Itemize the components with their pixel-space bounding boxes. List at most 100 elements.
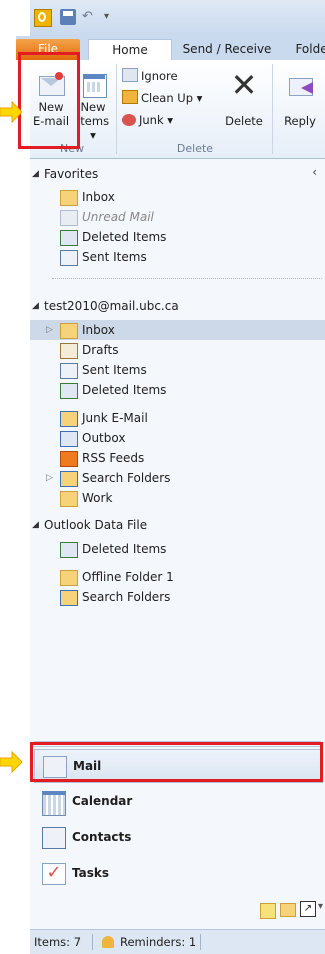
account-work[interactable]: Work bbox=[30, 488, 325, 508]
account-label: test2010@mail.ubc.ca bbox=[44, 299, 179, 313]
reply-button[interactable]: Reply bbox=[278, 70, 322, 136]
inbox-icon bbox=[60, 190, 78, 206]
save-icon[interactable] bbox=[60, 9, 76, 25]
datafile-header[interactable]: ◢ Outlook Data File bbox=[30, 514, 325, 536]
customize-toolbar-icon[interactable]: ▾ bbox=[104, 9, 120, 25]
account-sent-items[interactable]: Sent Items bbox=[30, 360, 325, 380]
items-count: Items: 7 bbox=[34, 935, 82, 949]
undo-icon[interactable]: ↶ bbox=[82, 9, 98, 25]
contacts-label: Contacts bbox=[72, 830, 132, 844]
ribbon-separator bbox=[116, 64, 117, 154]
account-inbox[interactable]: ▷ Inbox bbox=[30, 320, 325, 340]
item-label: Unread Mail bbox=[82, 210, 154, 224]
deleted-items-icon bbox=[60, 383, 78, 399]
outbox-icon bbox=[60, 431, 78, 447]
reminder-bell-icon[interactable] bbox=[102, 936, 114, 948]
outlook-logo-icon[interactable] bbox=[34, 9, 52, 27]
item-label: Junk E-Mail bbox=[82, 411, 148, 425]
item-label: RSS Feeds bbox=[82, 451, 145, 465]
tasks-nav-button[interactable]: ✓ Tasks bbox=[34, 857, 321, 889]
folder-icon bbox=[60, 491, 78, 507]
item-label: Sent Items bbox=[82, 363, 147, 377]
status-divider bbox=[92, 934, 93, 950]
datafile-offline-folder[interactable]: Offline Folder 1 bbox=[30, 567, 325, 587]
ignore-button[interactable]: Ignore bbox=[122, 66, 212, 86]
tab-home[interactable]: Home bbox=[88, 39, 172, 61]
collapsed-triangle-icon[interactable]: ▷ bbox=[46, 320, 53, 340]
calendar-nav-button[interactable]: Calendar bbox=[34, 785, 321, 817]
junk-folder-icon bbox=[60, 411, 78, 427]
datafile-search-folders[interactable]: Search Folders bbox=[30, 587, 325, 607]
rss-icon bbox=[60, 451, 78, 467]
expand-triangle-icon: ◢ bbox=[32, 169, 39, 179]
search-folder-icon bbox=[60, 210, 78, 226]
account-search-folders[interactable]: ▷ Search Folders bbox=[30, 468, 325, 488]
status-bar: Items: 7 Reminders: 1 bbox=[30, 929, 325, 954]
group-label-delete: Delete bbox=[176, 142, 214, 155]
clean-up-label: Clean Up ▾ bbox=[141, 91, 203, 105]
junk-button[interactable]: Junk ▾ bbox=[122, 110, 212, 130]
item-label: Outbox bbox=[82, 431, 126, 445]
item-label: Sent Items bbox=[82, 250, 147, 264]
expand-triangle-icon: ◢ bbox=[32, 301, 39, 311]
title-bar: ↶ ▾ bbox=[30, 0, 325, 37]
account-rss-feeds[interactable]: RSS Feeds bbox=[30, 448, 325, 468]
ignore-icon bbox=[122, 68, 138, 82]
inbox-icon bbox=[60, 323, 78, 339]
arrow-icon bbox=[0, 750, 22, 774]
item-label: Deleted Items bbox=[82, 383, 167, 397]
clean-up-button[interactable]: Clean Up ▾ bbox=[122, 88, 222, 108]
item-label: Inbox bbox=[82, 323, 115, 337]
calendar-icon bbox=[42, 791, 66, 816]
junk-icon bbox=[122, 114, 136, 126]
tasks-label: Tasks bbox=[72, 866, 110, 880]
item-label: Inbox bbox=[82, 190, 115, 204]
contacts-icon bbox=[42, 827, 66, 849]
reminders-count[interactable]: Reminders: 1 bbox=[120, 930, 196, 954]
delete-button[interactable]: ✕ Delete bbox=[222, 66, 266, 136]
favorite-deleted-items[interactable]: Deleted Items bbox=[30, 227, 325, 247]
favorites-label: Favorites bbox=[44, 167, 99, 181]
item-label: Drafts bbox=[82, 343, 119, 357]
reply-label: Reply bbox=[284, 114, 316, 128]
tasks-icon: ✓ bbox=[42, 863, 66, 885]
favorite-unread-mail[interactable]: Unread Mail bbox=[30, 207, 325, 227]
folder-list-icon[interactable] bbox=[280, 903, 296, 917]
status-divider bbox=[200, 934, 201, 950]
tab-send-receive[interactable]: Send / Receive bbox=[172, 39, 282, 60]
item-label: Search Folders bbox=[82, 590, 171, 604]
notes-icon[interactable] bbox=[260, 903, 276, 919]
junk-label: Junk ▾ bbox=[139, 113, 174, 127]
account-drafts[interactable]: Drafts bbox=[30, 340, 325, 360]
account-junk-email[interactable]: Junk E-Mail bbox=[30, 408, 325, 428]
account-deleted-items[interactable]: Deleted Items bbox=[30, 380, 325, 400]
configure-buttons-icon[interactable]: ▾ bbox=[318, 901, 323, 912]
delete-label: Delete bbox=[225, 114, 263, 128]
deleted-items-icon bbox=[60, 542, 78, 558]
item-label: Offline Folder 1 bbox=[82, 570, 174, 584]
datafile-deleted-items[interactable]: Deleted Items bbox=[30, 539, 325, 559]
calendar-label: Calendar bbox=[72, 794, 133, 808]
drafts-icon bbox=[60, 343, 78, 359]
ignore-label: Ignore bbox=[141, 69, 178, 83]
favorites-header[interactable]: ◢ Favorites bbox=[30, 163, 325, 185]
datafile-label: Outlook Data File bbox=[44, 518, 148, 532]
account-outbox[interactable]: Outbox bbox=[30, 428, 325, 448]
favorite-inbox[interactable]: Inbox bbox=[30, 187, 325, 207]
delete-x-icon: ✕ bbox=[230, 66, 258, 104]
item-label: Deleted Items bbox=[82, 230, 167, 244]
tab-folder[interactable]: Folder bbox=[284, 39, 325, 60]
deleted-items-icon bbox=[60, 230, 78, 246]
collapsed-triangle-icon[interactable]: ▷ bbox=[46, 468, 53, 488]
contacts-nav-button[interactable]: Contacts bbox=[34, 821, 321, 853]
search-folder-icon bbox=[60, 471, 78, 487]
arrow-icon bbox=[0, 100, 22, 124]
sent-items-icon bbox=[60, 250, 78, 266]
ribbon-separator bbox=[272, 64, 273, 154]
divider bbox=[52, 278, 322, 279]
highlight-new-email bbox=[18, 52, 80, 149]
favorite-sent-items[interactable]: Sent Items bbox=[30, 247, 325, 267]
shortcuts-icon[interactable]: ↗ bbox=[300, 901, 316, 917]
account-header[interactable]: ◢ test2010@mail.ubc.ca bbox=[30, 295, 325, 317]
search-folder-icon bbox=[60, 590, 78, 606]
